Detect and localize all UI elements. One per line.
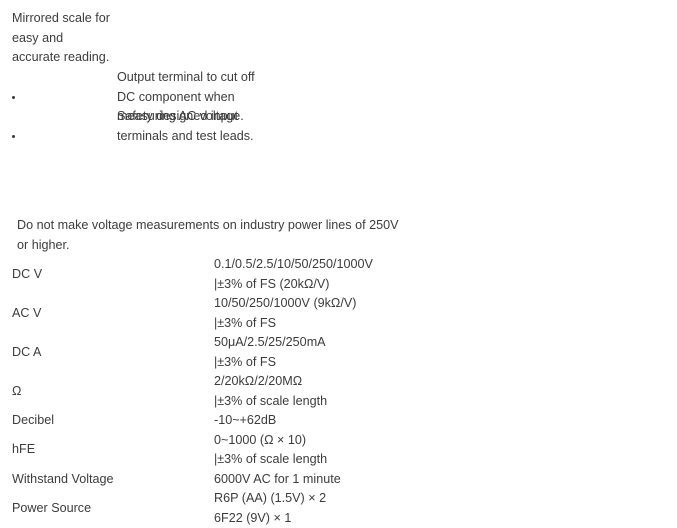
spec-label: hFE: [12, 440, 207, 460]
feature-bullet-line: terminals and test leads.: [117, 127, 317, 147]
spec-value-line: 6000V AC for 1 minute: [214, 470, 341, 490]
spec-label: Decibel: [12, 411, 207, 431]
feature-bullet-line: Output terminal to cut off: [117, 68, 317, 88]
table-row: AC V 10/50/250/1000V (9kΩ/V) |±3% of FS: [0, 294, 677, 333]
document-page: Mirrored scale for easy and accurate rea…: [0, 0, 677, 526]
spec-label: Ω: [12, 382, 207, 402]
mirrored-scale-note: Mirrored scale for easy and accurate rea…: [12, 9, 142, 68]
spec-value-line: 6F22 (9V) × 1: [214, 509, 326, 528]
spec-values: R6P (AA) (1.5V) × 2 6F22 (9V) × 1: [214, 489, 326, 528]
table-row: hFE 0~1000 (Ω × 10) |±3% of scale length: [0, 431, 677, 470]
feature-bullet-list: Output terminal to cut off DC component …: [0, 62, 320, 140]
mirrored-scale-note-line: easy and: [12, 29, 142, 49]
safety-warning-text: Do not make voltage measurements on indu…: [17, 215, 637, 255]
feature-notes-section: Mirrored scale for easy and accurate rea…: [0, 0, 677, 170]
spec-values: 50μA/2.5/25/250mA |±3% of FS: [214, 333, 326, 372]
spec-value-line: 10/50/250/1000V (9kΩ/V): [214, 294, 356, 314]
spec-values: 0.1/0.5/2.5/10/50/250/1000V |±3% of FS (…: [214, 255, 373, 294]
safety-warning-line: or higher.: [17, 235, 637, 255]
table-row: Power Source R6P (AA) (1.5V) × 2 6F22 (9…: [0, 489, 677, 528]
bullet-point-icon: [12, 127, 20, 138]
spec-value-line: |±3% of FS (20kΩ/V): [214, 275, 373, 295]
mirrored-scale-note-line: Mirrored scale for: [12, 9, 142, 29]
spec-values: 0~1000 (Ω × 10) |±3% of scale length: [214, 431, 327, 470]
spec-label: DC A: [12, 343, 207, 363]
table-row: DC A 50μA/2.5/25/250mA |±3% of FS: [0, 333, 677, 372]
spec-values: -10~+62dB: [214, 411, 276, 431]
spec-value-line: 0~1000 (Ω × 10): [214, 431, 327, 451]
spec-values: 2/20kΩ/2/20MΩ |±3% of scale length: [214, 372, 327, 411]
feature-bullet-line: Safety designed input: [117, 107, 317, 127]
table-row: Withstand Voltage 6000V AC for 1 minute: [0, 470, 677, 490]
spec-value-line: -10~+62dB: [214, 411, 276, 431]
spec-value-line: R6P (AA) (1.5V) × 2: [214, 489, 326, 509]
safety-warning-line: Do not make voltage measurements on indu…: [17, 215, 637, 235]
spec-value-line: 0.1/0.5/2.5/10/50/250/1000V: [214, 255, 373, 275]
bullet-point-icon: [12, 88, 20, 99]
spec-value-line: 50μA/2.5/25/250mA: [214, 333, 326, 353]
spec-label: AC V: [12, 304, 207, 324]
table-row: Decibel -10~+62dB: [0, 411, 677, 431]
spec-values: 6000V AC for 1 minute: [214, 470, 341, 490]
feature-bullet-item: Safety designed input terminals and test…: [0, 101, 320, 140]
spec-value-line: 2/20kΩ/2/20MΩ: [214, 372, 327, 392]
spec-label: DC V: [12, 265, 207, 285]
spec-value-line: |±3% of FS: [214, 353, 326, 373]
table-row: DC V 0.1/0.5/2.5/10/50/250/1000V |±3% of…: [0, 255, 677, 294]
table-row: Ω 2/20kΩ/2/20MΩ |±3% of scale length: [0, 372, 677, 411]
spec-values: 10/50/250/1000V (9kΩ/V) |±3% of FS: [214, 294, 356, 333]
specification-table: DC V 0.1/0.5/2.5/10/50/250/1000V |±3% of…: [0, 255, 677, 528]
spec-label: Withstand Voltage: [12, 470, 207, 490]
spec-value-line: |±3% of FS: [214, 314, 356, 334]
feature-bullet-item: Output terminal to cut off DC component …: [0, 62, 320, 101]
spec-value-line: |±3% of scale length: [214, 450, 327, 470]
spec-label: Power Source: [12, 499, 207, 519]
spec-value-line: |±3% of scale length: [214, 392, 327, 412]
feature-bullet-text: Safety designed input terminals and test…: [117, 107, 317, 146]
